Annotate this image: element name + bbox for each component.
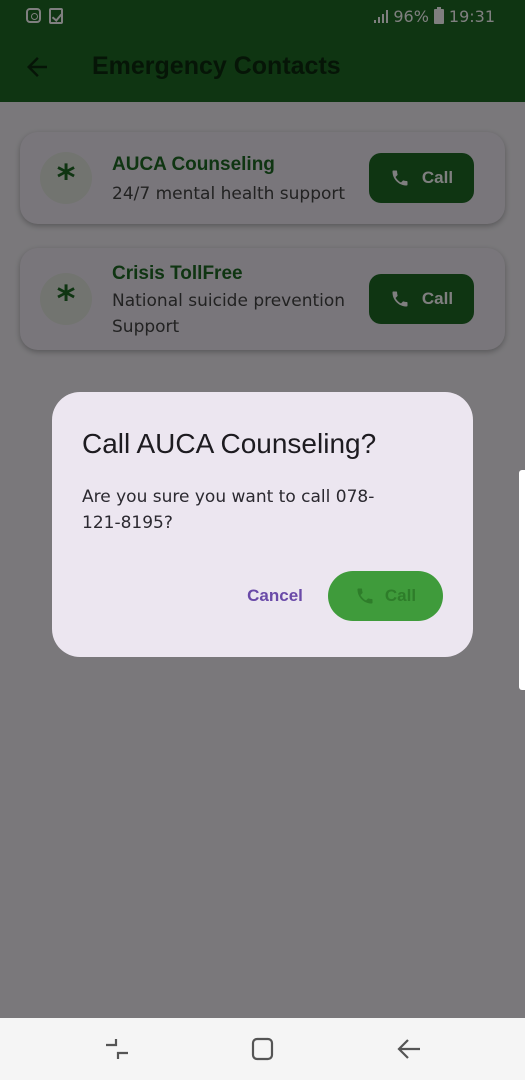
dialog-message: Are you sure you want to call 078-121-81…: [82, 487, 375, 533]
home-button[interactable]: [248, 1034, 278, 1064]
confirm-call-dialog: Call AUCA Counseling? Are you sure you w…: [52, 392, 473, 657]
nav-back-button[interactable]: [394, 1034, 424, 1064]
system-nav-bar: [0, 1018, 525, 1080]
phone-icon: [357, 588, 373, 604]
confirm-call-label: Call: [384, 586, 417, 605]
dialog-title: Call AUCA Counseling?: [82, 428, 377, 459]
cancel-button[interactable]: Cancel: [236, 572, 314, 620]
confirm-call-button[interactable]: Call: [328, 571, 443, 621]
nav-back-icon: [397, 1039, 420, 1059]
scrollbar-thumb[interactable]: [519, 470, 525, 690]
home-icon: [251, 1037, 274, 1061]
recents-icon: [106, 1039, 128, 1059]
recents-button[interactable]: [102, 1034, 132, 1064]
